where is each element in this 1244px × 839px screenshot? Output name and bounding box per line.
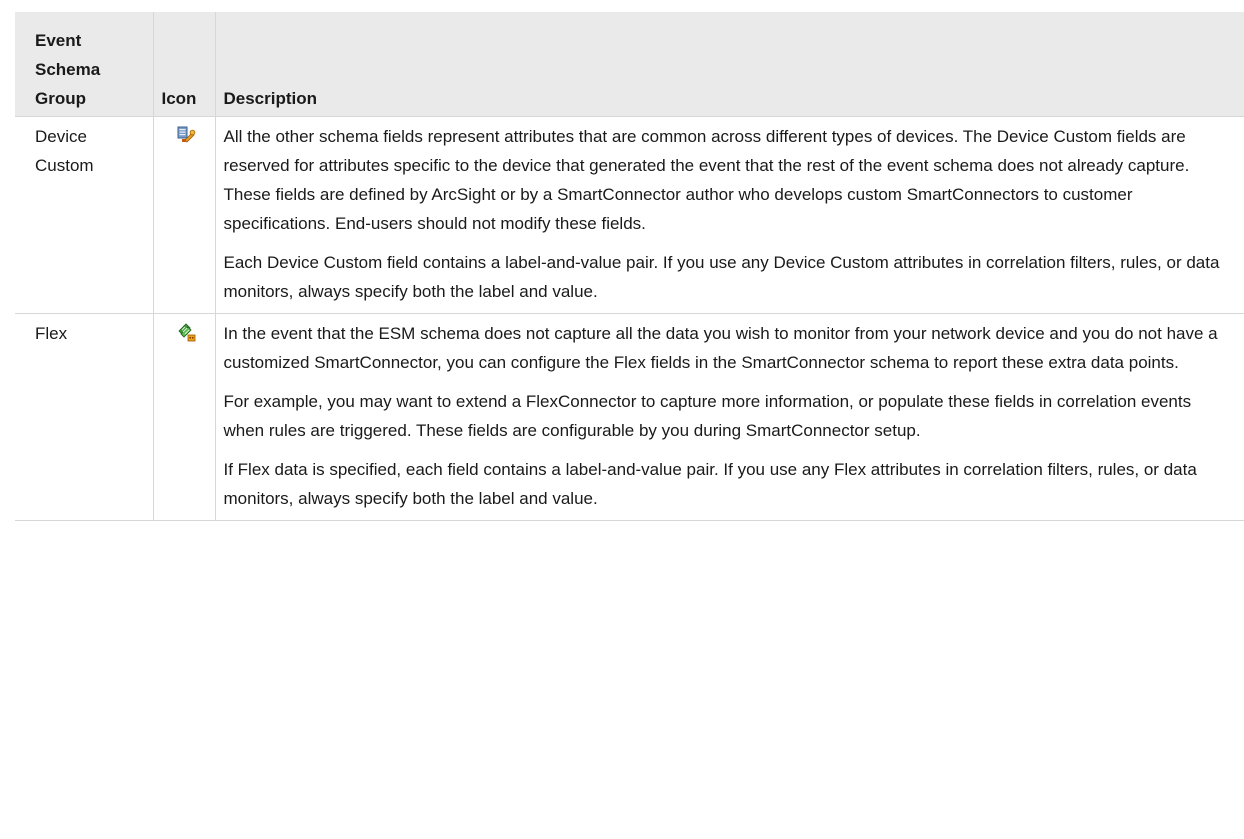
schema-group-table: Event Schema Group Icon Description Devi… bbox=[15, 12, 1244, 521]
description-paragraph: All the other schema fields represent at… bbox=[223, 127, 1190, 233]
description-paragraph: If Flex data is specified, each field co… bbox=[223, 460, 1197, 508]
table-header-row: Event Schema Group Icon Description bbox=[15, 12, 1244, 117]
header-event-schema-group: Event Schema Group bbox=[15, 12, 154, 117]
row-group-cell: Device Custom bbox=[15, 116, 154, 314]
table-row: Flex In the event that the ESM schema do… bbox=[15, 313, 1244, 521]
header-description-label: Description bbox=[223, 89, 318, 108]
header-group-label: Event Schema Group bbox=[35, 31, 101, 108]
header-icon: Icon bbox=[152, 12, 216, 117]
description-paragraph: For example, you may want to extend a Fl… bbox=[223, 392, 1192, 440]
row-description-cell: In the event that the ESM schema does no… bbox=[214, 313, 1244, 521]
table-row: Device Custom All the other schema field… bbox=[15, 116, 1244, 314]
row-description-cell: All the other schema fields represent at… bbox=[214, 116, 1244, 314]
device-custom-icon bbox=[176, 125, 196, 145]
row-group-label: Device Custom bbox=[35, 127, 94, 175]
description-paragraph: In the event that the ESM schema does no… bbox=[223, 324, 1218, 372]
header-icon-label: Icon bbox=[161, 89, 197, 108]
row-icon-cell bbox=[152, 313, 216, 521]
row-group-cell: Flex bbox=[15, 313, 154, 521]
description-paragraph: Each Device Custom field contains a labe… bbox=[223, 253, 1220, 301]
row-icon-cell bbox=[152, 116, 216, 314]
row-group-label: Flex bbox=[35, 324, 68, 343]
header-description: Description bbox=[214, 12, 1244, 117]
flex-icon bbox=[176, 322, 196, 342]
